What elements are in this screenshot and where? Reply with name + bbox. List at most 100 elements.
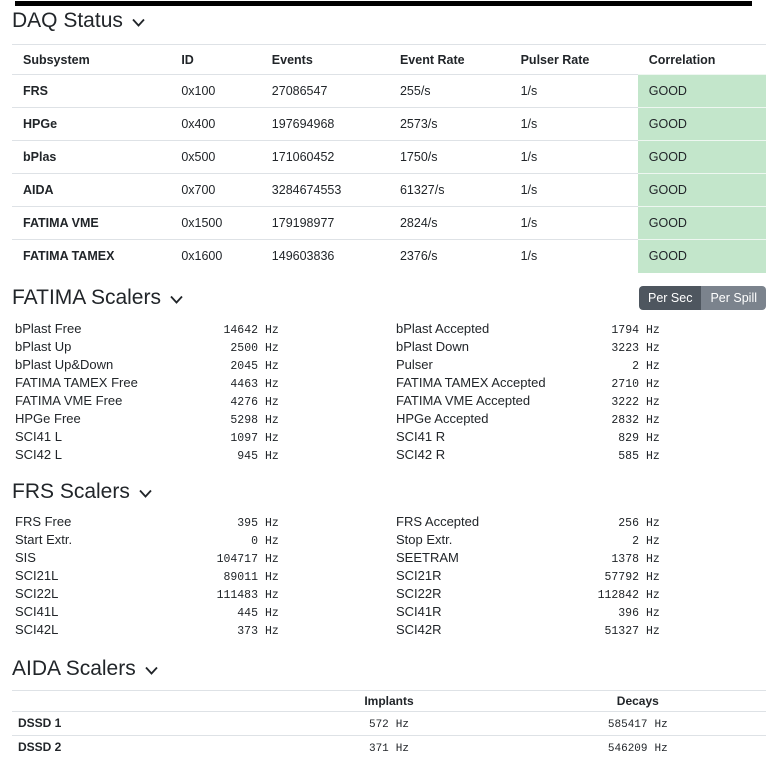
- column-header-decays: Decays: [510, 690, 766, 711]
- scaler-value: 111483: [58, 588, 258, 604]
- implants-value: 371: [369, 743, 389, 755]
- scaler-label: bPlast Down: [393, 339, 469, 355]
- event-rate-cell: 255/s: [389, 75, 510, 108]
- scaler-row: SCI41 L 1097 Hz: [12, 429, 385, 447]
- scaler-value: 14642: [81, 323, 258, 339]
- scaler-row: Pulser 2 Hz: [393, 357, 766, 375]
- frs-scalers-title: FRS Scalers: [12, 480, 130, 504]
- scaler-value: 2832: [489, 413, 640, 429]
- scaler-value: 2710: [546, 377, 639, 393]
- scaler-unit: Hz: [258, 534, 385, 550]
- implants-unit: Hz: [396, 743, 409, 755]
- scaler-unit: Hz: [639, 359, 766, 375]
- subsystem-cell: FATIMA TAMEX: [12, 240, 170, 273]
- correlation-status-cell: GOOD: [638, 240, 766, 273]
- daq-table-row: AIDA 0x700 3284674553 61327/s 1/s GOOD: [12, 174, 766, 207]
- scaler-unit: Hz: [639, 534, 766, 550]
- scaler-unit: Hz: [258, 341, 385, 357]
- per-spill-button[interactable]: Per Spill: [701, 286, 766, 310]
- subsystem-cell: FATIMA VME: [12, 207, 170, 240]
- daq-status-heading[interactable]: DAQ Status: [12, 9, 766, 33]
- scaler-unit: Hz: [258, 431, 385, 447]
- id-cell: 0x100: [170, 75, 260, 108]
- scaler-row: SIS 104717 Hz: [12, 550, 385, 568]
- decays-unit: Hz: [655, 743, 668, 755]
- scaler-label: Pulser: [393, 357, 433, 373]
- scaler-value: 57792: [442, 570, 639, 586]
- scaler-value: 112842: [442, 588, 639, 604]
- chevron-down-icon[interactable]: [139, 489, 152, 498]
- scaler-value: 4276: [122, 395, 258, 411]
- scaler-value: 829: [445, 431, 639, 447]
- scaler-value: 396: [442, 606, 639, 622]
- scaler-value: 2: [433, 359, 639, 375]
- daq-table-row: FATIMA VME 0x1500 179198977 2824/s 1/s G…: [12, 207, 766, 240]
- pulser-rate-cell: 1/s: [510, 75, 638, 108]
- scaler-row: FATIMA TAMEX Free 4463 Hz: [12, 375, 385, 393]
- subsystem-cell: FRS: [12, 75, 170, 108]
- scaler-row: SCI41R 396 Hz: [393, 604, 766, 622]
- scaler-unit: Hz: [258, 413, 385, 429]
- scaler-value: 2045: [113, 359, 258, 375]
- decays-cell: 585417Hz: [510, 711, 766, 735]
- scaler-unit: Hz: [639, 341, 766, 357]
- scaler-unit: Hz: [639, 395, 766, 411]
- scaler-label: SCI22L: [12, 586, 58, 602]
- column-header-id: ID: [170, 45, 260, 75]
- id-cell: 0x1600: [170, 240, 260, 273]
- scaler-label: Start Extr.: [12, 532, 72, 548]
- scaler-label: SIS: [12, 550, 36, 566]
- fatima-scalers-heading[interactable]: FATIMA Scalers: [12, 286, 183, 310]
- aida-table-header-row: Implants Decays: [12, 690, 766, 711]
- frs-scalers-heading[interactable]: FRS Scalers: [12, 480, 152, 504]
- frs-scaler-right-column: FRS Accepted 256 Hz Stop Extr. 2 Hz SEET…: [393, 514, 766, 640]
- scaler-label: SCI21L: [12, 568, 58, 584]
- scaler-value: 2500: [71, 341, 258, 357]
- scaler-label: FATIMA TAMEX Free: [12, 375, 138, 391]
- scaler-label: FRS Accepted: [393, 514, 479, 530]
- scaler-row: SCI42 L 945 Hz: [12, 447, 385, 465]
- scaler-value: 1378: [459, 552, 639, 568]
- scaler-row: SCI21R 57792 Hz: [393, 568, 766, 586]
- id-cell: 0x700: [170, 174, 260, 207]
- scaler-label: Stop Extr.: [393, 532, 452, 548]
- correlation-status-cell: GOOD: [638, 174, 766, 207]
- scaler-unit: Hz: [258, 323, 385, 339]
- scaler-label: FATIMA VME Accepted: [393, 393, 530, 409]
- scaler-label: bPlast Accepted: [393, 321, 489, 337]
- scaler-value: 395: [71, 516, 258, 532]
- events-cell: 149603836: [261, 240, 389, 273]
- per-sec-button[interactable]: Per Sec: [639, 286, 701, 310]
- events-cell: 171060452: [261, 141, 389, 174]
- chevron-down-icon[interactable]: [132, 18, 145, 27]
- id-cell: 0x1500: [170, 207, 260, 240]
- aida-scalers-heading[interactable]: AIDA Scalers: [12, 657, 158, 681]
- events-cell: 27086547: [261, 75, 389, 108]
- scaler-unit: Hz: [258, 606, 385, 622]
- scaler-value: 5298: [81, 413, 258, 429]
- scaler-unit: Hz: [639, 377, 766, 393]
- daq-status-title: DAQ Status: [12, 9, 123, 33]
- scaler-row: FRS Accepted 256 Hz: [393, 514, 766, 532]
- aida-table-row: DSSD 1 572Hz 585417Hz: [12, 711, 766, 735]
- scaler-row: bPlast Free 14642 Hz: [12, 321, 385, 339]
- chevron-down-icon[interactable]: [170, 295, 183, 304]
- pulser-rate-cell: 1/s: [510, 141, 638, 174]
- frs-scaler-grid: FRS Free 395 Hz Start Extr. 0 Hz SIS 104…: [12, 514, 766, 640]
- decays-value: 546209: [608, 743, 648, 755]
- daq-dashboard: DAQ Status Subsystem ID Events Event Rat…: [0, 1, 778, 759]
- scaler-unit: Hz: [258, 570, 385, 586]
- scaler-row: SCI42 R 585 Hz: [393, 447, 766, 465]
- scaler-unit: Hz: [258, 624, 385, 640]
- id-cell: 0x400: [170, 108, 260, 141]
- scaler-label: bPlast Free: [12, 321, 81, 337]
- column-header-implants: Implants: [268, 690, 509, 711]
- correlation-status-cell: GOOD: [638, 141, 766, 174]
- implants-value: 572: [369, 719, 389, 731]
- scaler-value: 256: [479, 516, 639, 532]
- scaler-label: SCI42 R: [393, 447, 445, 463]
- column-header-pulser-rate: Pulser Rate: [510, 45, 638, 75]
- scaler-label: bPlast Up&Down: [12, 357, 113, 373]
- chevron-down-icon[interactable]: [145, 666, 158, 675]
- scaler-value: 3222: [530, 395, 639, 411]
